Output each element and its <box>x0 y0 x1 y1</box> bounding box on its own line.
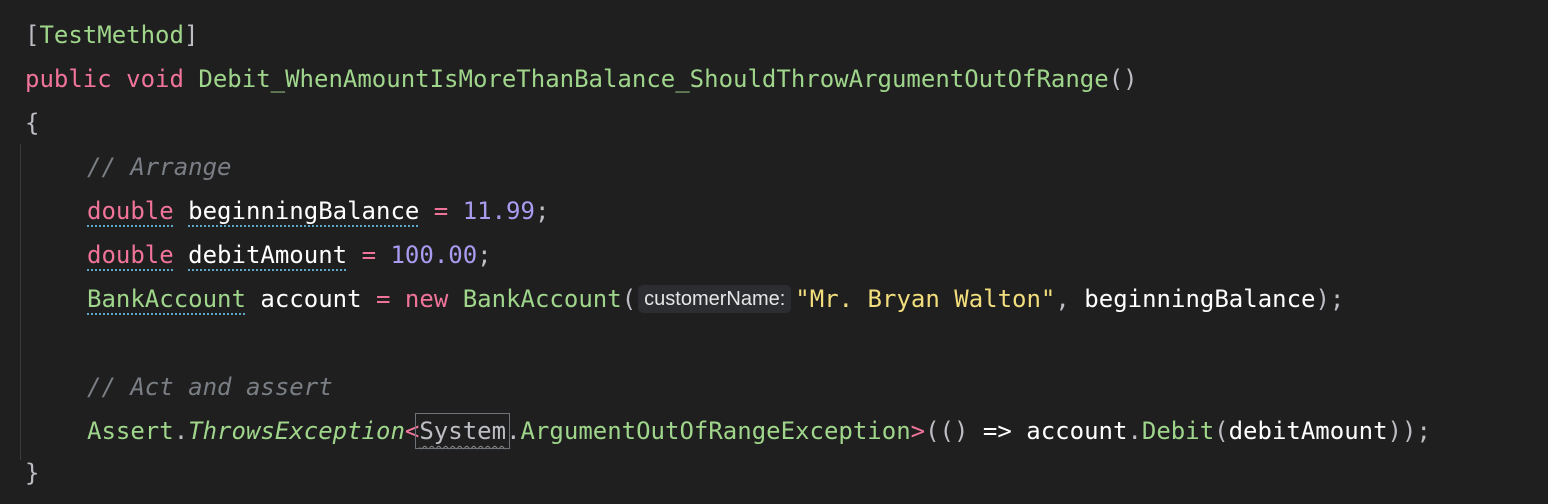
variable-debit-amount: debitAmount <box>188 241 348 269</box>
type-double: double <box>87 241 174 269</box>
method-name: Debit_WhenAmountIsMoreThanBalance_Should… <box>198 65 1109 93</box>
object-account: account <box>1026 417 1128 445</box>
code-line-10[interactable]: Assert.ThrowsException<System.ArgumentOu… <box>25 409 1431 453</box>
variable-account: account <box>260 285 362 313</box>
paren-open: ( <box>1214 417 1229 445</box>
code-line-7[interactable]: BankAccount account = new BankAccount(cu… <box>25 277 1344 321</box>
method-debit: Debit <box>1141 417 1215 445</box>
assign-operator: = <box>433 197 449 225</box>
indent-guide <box>20 144 21 460</box>
number-literal: 100.00 <box>390 241 478 269</box>
constructor-name: BankAccount <box>462 285 622 313</box>
type-double: double <box>87 197 174 225</box>
namespace-system[interactable]: System <box>415 413 511 449</box>
parameter-name-hint[interactable]: customerName: <box>638 285 792 313</box>
argument-beginning-balance: beginningBalance <box>1084 285 1316 313</box>
dot: . <box>506 417 521 445</box>
comma: , <box>1055 285 1070 313</box>
method-parens: () <box>1108 65 1138 93</box>
paren-close: )); <box>1387 417 1431 445</box>
code-line-5[interactable]: double beginningBalance = 11.99; <box>25 189 549 233</box>
code-line-11[interactable]: } <box>25 451 39 495</box>
code-line-6[interactable]: double debitAmount = 100.00; <box>25 233 492 277</box>
angle-close: > <box>910 417 926 445</box>
keyword-void: void <box>126 65 184 93</box>
code-editor[interactable]: [TestMethod] public void Debit_WhenAmoun… <box>0 0 1548 504</box>
lambda-arrow: => <box>982 417 1012 445</box>
bracket-open: [ <box>25 21 40 49</box>
variable-beginning-balance: beginningBalance <box>188 197 420 225</box>
type-bank-account: BankAccount <box>87 285 246 313</box>
exception-type: ArgumentOutOfRangeException <box>520 417 911 445</box>
string-literal: "Mr. Bryan Walton" <box>795 285 1056 313</box>
attribute-name: TestMethod <box>39 21 184 49</box>
angle-open: < <box>404 417 420 445</box>
code-line-2[interactable]: public void Debit_WhenAmountIsMoreThanBa… <box>25 57 1138 101</box>
assign-operator: = <box>361 241 377 269</box>
code-line-9[interactable]: // Act and assert <box>25 365 333 409</box>
paren-open: ( <box>621 285 637 313</box>
comment-arrange: // Arrange <box>87 153 232 181</box>
comment-act-assert: // Act and assert <box>87 373 333 401</box>
bracket-close: ] <box>183 21 199 49</box>
code-line-1[interactable]: [TestMethod] <box>25 13 198 57</box>
semicolon: ; <box>534 197 550 225</box>
code-line-4[interactable]: // Arrange <box>25 145 232 189</box>
semicolon: ; <box>477 241 492 269</box>
dot: . <box>1127 417 1142 445</box>
method-throws-exception: ThrowsException <box>188 417 405 445</box>
dot: . <box>173 417 189 445</box>
keyword-new: new <box>404 285 449 313</box>
class-assert: Assert <box>87 417 174 445</box>
number-literal: 11.99 <box>462 197 535 225</box>
lambda-parens: (() <box>925 417 969 445</box>
open-brace: { <box>25 109 40 137</box>
close-brace: } <box>25 459 40 487</box>
paren-close: ); <box>1315 285 1345 313</box>
code-line-3[interactable]: { <box>25 101 39 145</box>
argument-debit-amount: debitAmount <box>1228 417 1388 445</box>
assign-operator: = <box>376 285 391 313</box>
keyword-public: public <box>25 65 112 93</box>
